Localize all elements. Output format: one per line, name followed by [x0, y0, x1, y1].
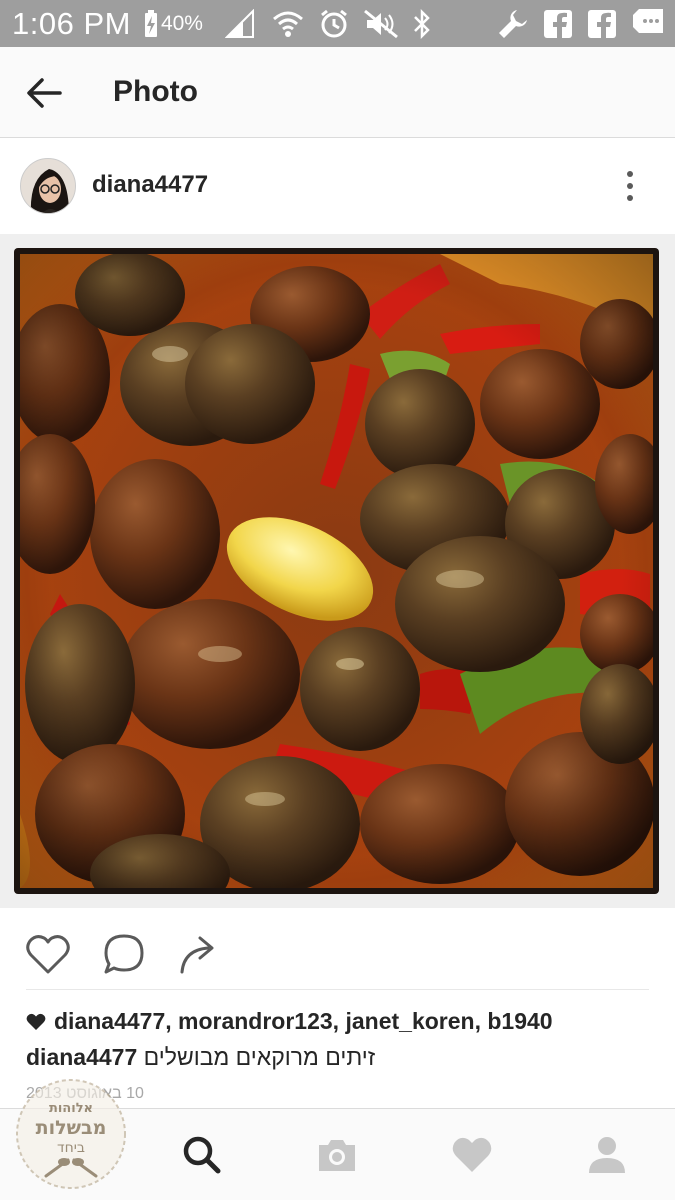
- svg-text:מבשלות: מבשלות: [36, 1117, 107, 1139]
- wrench-icon: [499, 10, 527, 38]
- likes-names: diana4477, morandror123, janet_koren, b1…: [54, 1008, 553, 1034]
- caption-username[interactable]: diana4477: [26, 1044, 137, 1070]
- battery-charging-icon: [144, 9, 157, 37]
- mute-icon: [364, 9, 398, 39]
- comment-icon[interactable]: [100, 930, 148, 978]
- likes-line[interactable]: diana4477, morandror123, janet_koren, b1…: [26, 1008, 553, 1035]
- camera-icon[interactable]: [315, 1133, 359, 1177]
- food-photo-olives: [20, 254, 653, 888]
- heart-filled-icon: [26, 1013, 46, 1030]
- page-title: Photo: [113, 75, 198, 108]
- arrow-left-icon[interactable]: [24, 73, 64, 113]
- watermark-logo: אלוהות מבשלות ביחד: [16, 1079, 126, 1189]
- caption: diana4477 זיתים מרוקאים מבושלים: [26, 1044, 375, 1071]
- post-username[interactable]: diana4477: [92, 171, 208, 199]
- status-icons-left: [225, 6, 433, 42]
- post-photo[interactable]: [0, 234, 675, 908]
- status-bar: 1:06 PM 40%: [0, 0, 675, 47]
- alarm-icon: [321, 9, 347, 38]
- status-time: 1:06 PM: [12, 5, 131, 41]
- battery-percent: 40%: [160, 11, 203, 35]
- photo-frame: [14, 248, 659, 894]
- divider: [26, 989, 649, 990]
- avatar-image: [21, 159, 75, 213]
- svg-text:ביחד: ביחד: [57, 1140, 85, 1156]
- search-icon[interactable]: [180, 1133, 224, 1177]
- avatar[interactable]: [20, 158, 76, 214]
- wifi-icon: [273, 11, 303, 37]
- chat-icon: [633, 9, 663, 33]
- heart-icon[interactable]: [450, 1133, 494, 1177]
- caption-text: זיתים מרוקאים מבושלים: [143, 1044, 376, 1070]
- status-icons-right: [497, 6, 665, 42]
- share-arrow-icon[interactable]: [176, 930, 224, 978]
- app-bar: Photo: [0, 47, 675, 138]
- bluetooth-icon: [414, 9, 430, 39]
- more-vertical-icon[interactable]: [618, 168, 642, 204]
- svg-text:אלוהות: אלוהות: [49, 1101, 93, 1116]
- facebook-icon: [544, 10, 572, 39]
- facebook-icon-2: [588, 10, 616, 39]
- post-header: diana4477: [0, 138, 675, 234]
- post-actions: [0, 908, 675, 992]
- heart-outline-icon[interactable]: [24, 930, 72, 978]
- battery-indicator: 40%: [143, 9, 203, 38]
- person-icon[interactable]: [585, 1133, 629, 1177]
- signal-icon: [225, 9, 254, 38]
